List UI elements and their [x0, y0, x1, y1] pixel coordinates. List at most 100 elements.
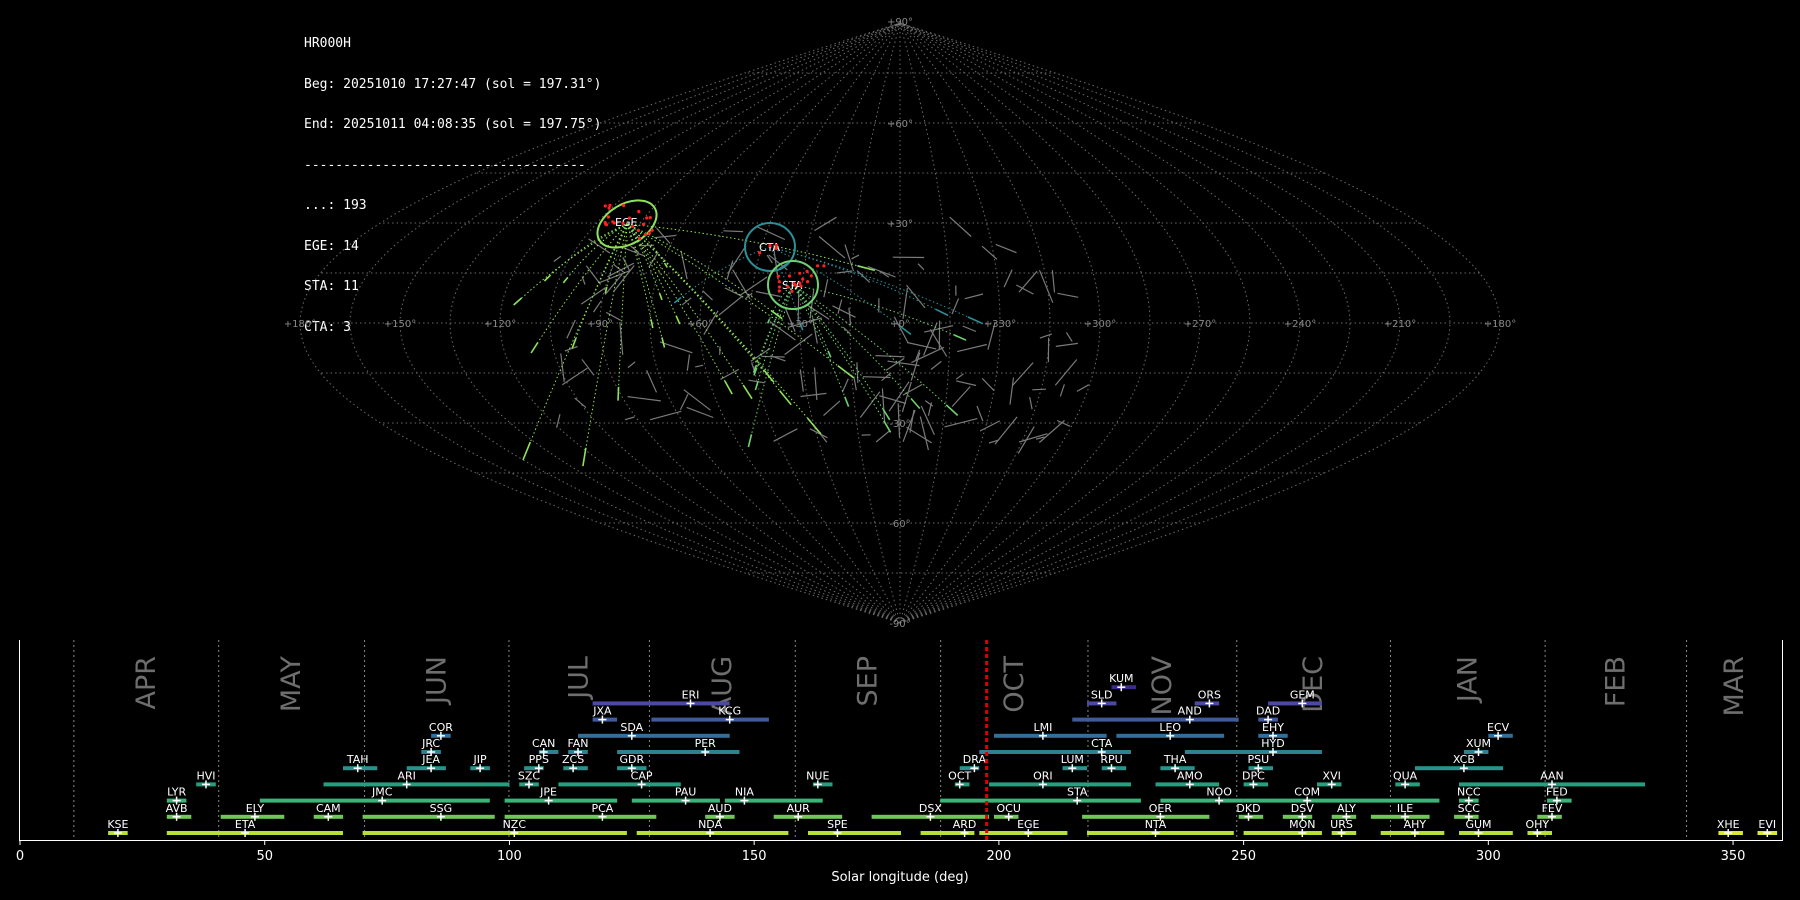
shower-track — [806, 417, 822, 435]
sporadic-track — [853, 376, 857, 391]
sporadic-track — [902, 288, 908, 319]
shower-bars: KUM ERI SLD ORS GEM JXA KCG AND DAD COR SDA LMI LEO E… — [107, 672, 1778, 837]
x-axis: 0 50 100 150 200 250 300 350 — [16, 840, 1745, 864]
shower-track — [945, 404, 959, 416]
radiant-point — [638, 236, 642, 240]
x-tick-label: 150 — [742, 849, 767, 864]
sporadic-track — [1018, 270, 1038, 293]
shower-track — [582, 447, 587, 467]
shower-code-label: SSG — [430, 802, 453, 815]
sporadic-track — [1016, 284, 1034, 295]
shower-code-label: XUM — [1466, 737, 1491, 750]
shower-code-label: KUM — [1109, 672, 1133, 685]
sporadic-track — [1057, 292, 1079, 298]
shower-code-label: DRA — [963, 753, 987, 766]
sporadic-track — [561, 367, 588, 386]
shower-code-label: ALY — [1337, 802, 1356, 815]
radiant-point — [801, 277, 805, 281]
radiant-point — [806, 280, 810, 284]
sporadic-track — [859, 391, 881, 418]
shower-track — [543, 275, 551, 282]
shower-code-label: XCB — [1453, 753, 1475, 766]
shower-code-label: JXA — [592, 705, 612, 718]
dec-label: +30° — [887, 219, 913, 230]
radiant-point — [774, 246, 778, 250]
shower-code-label: NZC — [503, 818, 527, 831]
shower-track — [935, 308, 949, 317]
shower-code-label: NIA — [735, 786, 754, 799]
shower-code-label: EVI — [1758, 818, 1776, 831]
radiant-point — [788, 274, 792, 278]
shower-code-label: ZCS — [562, 753, 584, 766]
shower-code-label: OER — [1149, 802, 1173, 815]
radiant-point — [604, 223, 609, 227]
shower-track — [910, 397, 921, 410]
radiant-point — [631, 224, 635, 228]
month-label: APR — [131, 656, 162, 710]
shower-code-label: KCG — [718, 705, 741, 718]
shower-code-label: HVI — [196, 769, 215, 782]
shower-track — [967, 316, 984, 325]
shower-code-label: JMC — [371, 786, 393, 799]
dec-label: -60° — [889, 519, 910, 530]
radiant-point — [612, 221, 616, 225]
ra-label: +120° — [484, 319, 516, 330]
shower-track — [650, 319, 654, 329]
shower-code-label: GEM — [1290, 688, 1315, 701]
shower-code-label: JRC — [421, 737, 440, 750]
sporadic-track — [686, 354, 691, 371]
sporadic-track — [1038, 269, 1054, 303]
sporadic-track — [624, 416, 635, 421]
radiant-point — [816, 264, 820, 268]
sporadic-track — [823, 279, 829, 298]
radiant-point — [786, 285, 790, 289]
ra-label: +180° — [284, 319, 316, 330]
sporadic-track — [981, 245, 998, 260]
shower-bar — [651, 717, 769, 722]
x-tick-label: 250 — [1231, 849, 1256, 864]
shower-bar — [362, 814, 495, 819]
shower-code-label: AAN — [1540, 769, 1564, 782]
shower-code-label: AVB — [166, 802, 188, 815]
shower-track — [562, 276, 569, 284]
shower-code-label: QUA — [1393, 769, 1418, 782]
radiant-point — [606, 215, 611, 219]
shower-code-label: DKD — [1236, 802, 1260, 815]
shower-code-label: FAN — [567, 737, 588, 750]
sporadic-track — [784, 333, 813, 356]
sporadic-track — [581, 276, 586, 285]
sporadic-track — [564, 345, 578, 352]
shower-code-label: ERI — [682, 688, 700, 701]
radiant-point — [776, 274, 780, 278]
radiant-point — [768, 243, 772, 248]
shower-trajectory — [626, 223, 839, 367]
shower-code-label: MON — [1289, 818, 1315, 831]
sporadic-track — [837, 299, 843, 314]
shower-code-label: DAD — [1256, 705, 1280, 718]
sky-map: EGE CTA STA +180° +150° +120° +90° +60° +30° +… — [284, 17, 1516, 630]
shower-code-label: NOO — [1206, 786, 1232, 799]
shower-code-label: ARI — [397, 769, 415, 782]
shower-bar — [1243, 831, 1322, 835]
shower-code-label: LUM — [1061, 753, 1084, 766]
shower-track — [522, 441, 532, 461]
sporadic-track — [1059, 384, 1065, 397]
shower-code-label: OCT — [948, 769, 971, 782]
shower-code-label: PAU — [675, 786, 697, 799]
ege-radiant-label: EGE — [615, 216, 637, 229]
radiant-point — [790, 289, 794, 293]
shower-track — [763, 369, 775, 383]
shower-track — [658, 292, 663, 301]
shower-code-label: ORS — [1198, 688, 1221, 701]
dec-label: +60° — [887, 119, 913, 130]
shower-bar — [592, 701, 730, 706]
sporadic-track — [727, 245, 747, 274]
shower-code-label: AUD — [708, 802, 732, 815]
sporadic-track — [556, 414, 561, 428]
sporadic-track — [951, 386, 971, 408]
shower-trajectory — [529, 223, 628, 443]
ra-label: +210° — [1384, 319, 1416, 330]
sporadic-track — [919, 416, 929, 451]
radiant-point — [793, 283, 798, 287]
shower-bar — [994, 733, 1107, 738]
